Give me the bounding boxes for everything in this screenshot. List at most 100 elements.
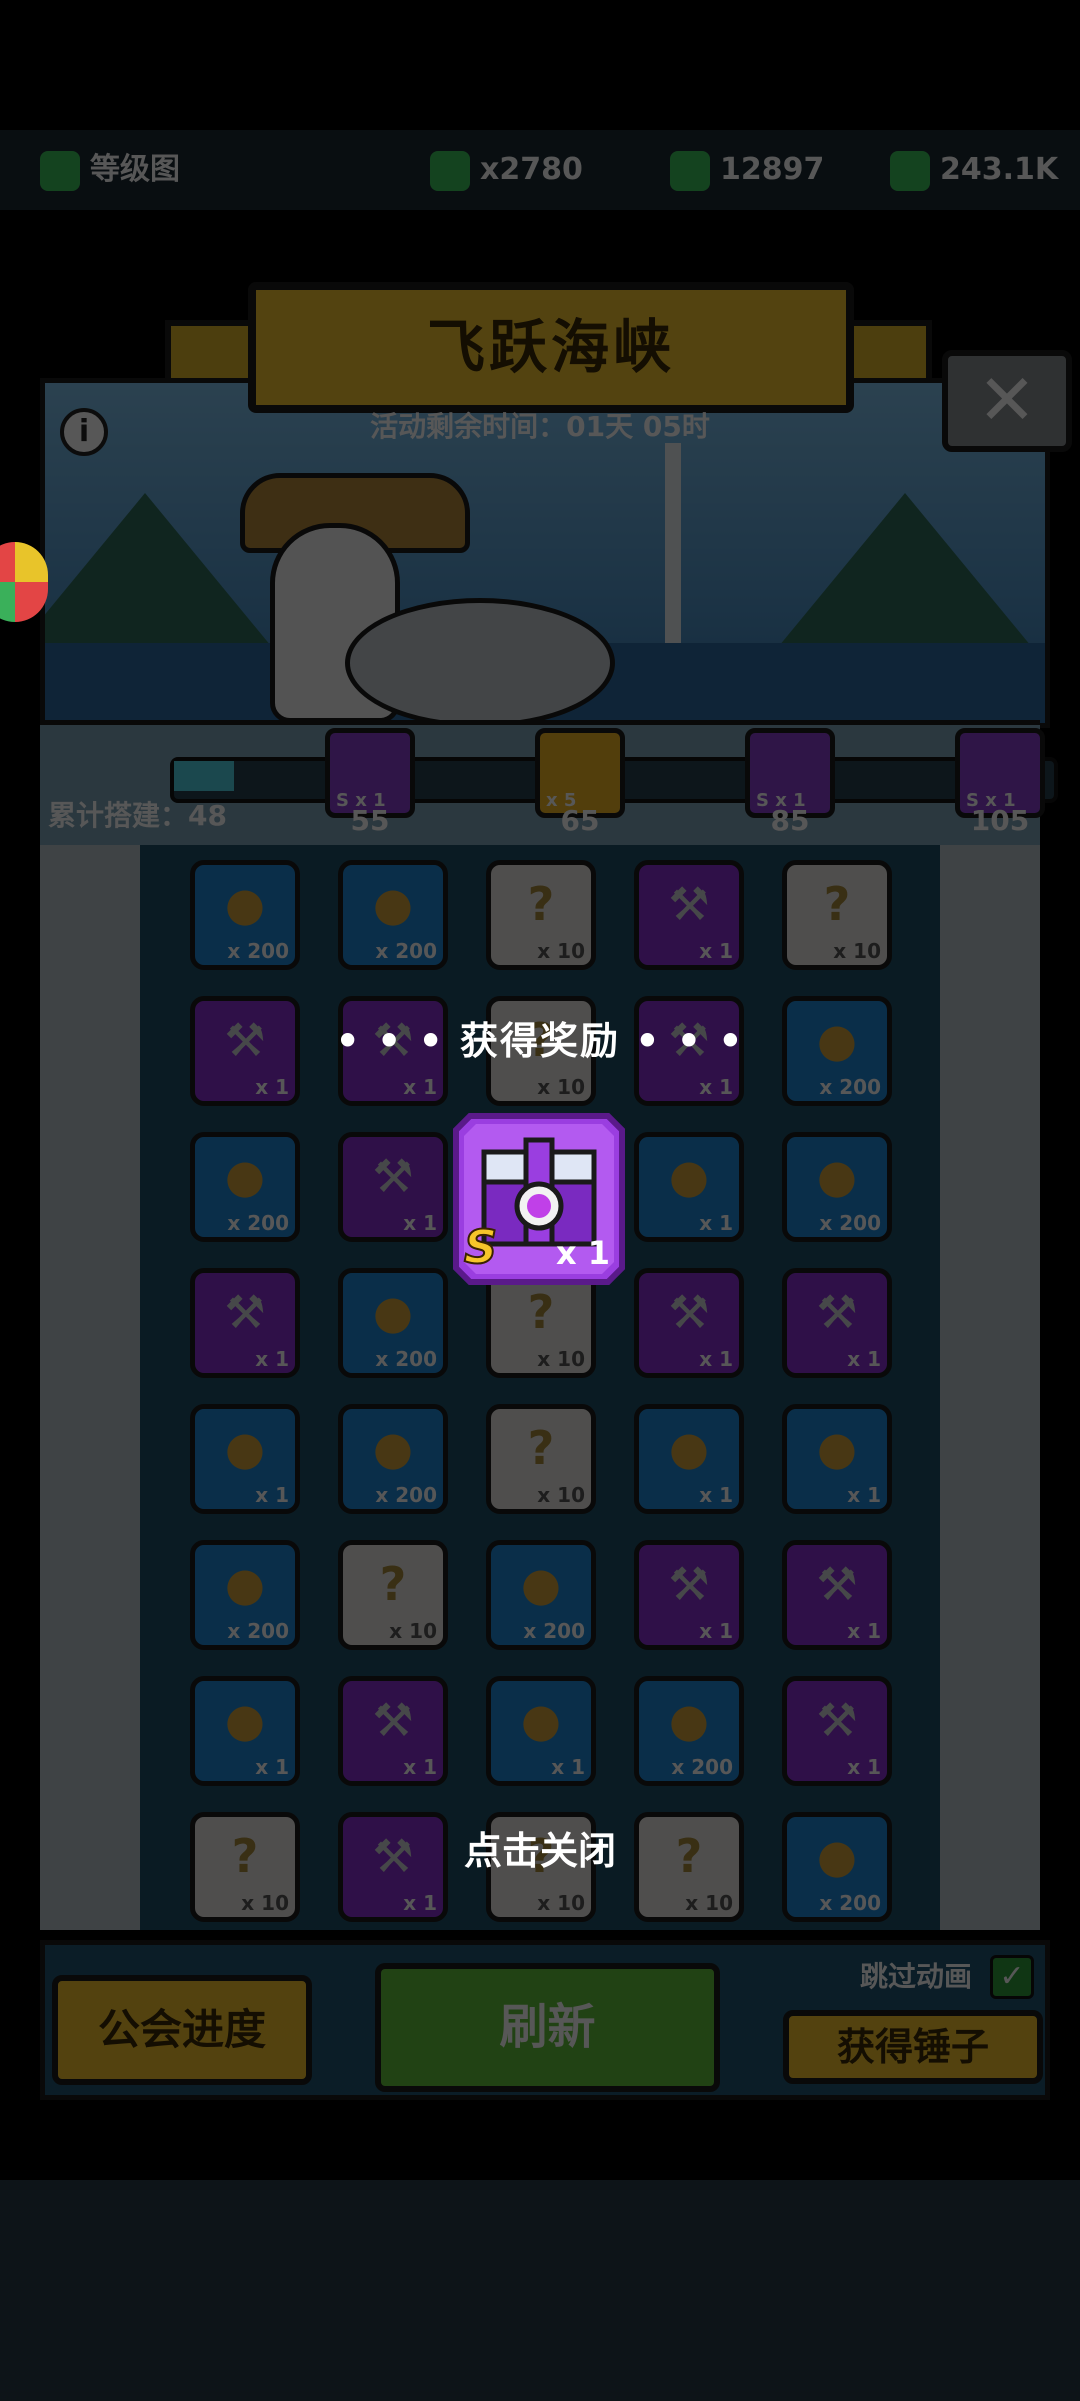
tap-to-close-hint[interactable]: 点击关闭 [0,1820,1080,1875]
cell-quantity: x 200 [375,1483,437,1507]
grid-cell[interactable]: ● x 200 [190,1540,300,1650]
cell-quantity: x 200 [819,1211,881,1235]
grid-cell[interactable]: ? x 10 [338,1540,448,1650]
cell-quantity: x 1 [847,1619,881,1643]
hammer-icon: ⚒ [372,1693,414,1747]
cell-quantity: x 1 [699,1211,733,1235]
oil-drop-icon: ● [668,1421,710,1475]
cell-quantity: x 1 [699,1619,733,1643]
blueprint-icon: ? [527,877,555,931]
oil-drop-icon: ● [816,1149,858,1203]
cell-quantity: x 200 [375,939,437,963]
grid-cell[interactable]: ⚒ x 1 [782,1540,892,1650]
grid-cell[interactable]: ? x 10 [486,860,596,970]
cell-quantity: x 1 [403,1211,437,1235]
cell-quantity: x 1 [699,1483,733,1507]
grid-cell[interactable]: ● x 200 [190,1132,300,1242]
cell-quantity: x 200 [227,1211,289,1235]
cell-quantity: x 1 [699,939,733,963]
cell-quantity: x 1 [551,1755,585,1779]
grid-cell[interactable]: ⚒ x 1 [190,1268,300,1378]
reward-title: • • • 获得奖励 • • • [335,1019,745,1063]
currency-2: 12897 [670,145,824,195]
cell-quantity: x 200 [819,1891,881,1915]
oil-drop-icon: ● [668,1693,710,1747]
grid-cell[interactable]: ● x 1 [190,1404,300,1514]
total-built-label: 累计搭建：48 [48,799,227,832]
cell-quantity: x 10 [833,939,881,963]
info-icon[interactable]: i [60,408,108,456]
cell-quantity: x 200 [523,1619,585,1643]
grid-cell[interactable]: ⚒ x 1 [634,1268,744,1378]
guild-progress-button[interactable]: 公会进度 [52,1975,312,2085]
cell-quantity: x 1 [255,1483,289,1507]
grid-cell[interactable]: ● x 1 [634,1404,744,1514]
hammer-icon: ⚒ [668,877,710,931]
cell-quantity: x 10 [389,1619,437,1643]
oil-drop-icon: ● [520,1693,562,1747]
oil-drop-icon: ● [224,877,266,931]
oil-drop-icon: ● [816,1421,858,1475]
reward-grade: S [463,1219,498,1275]
currency-1: x2780 [430,145,583,195]
grid-cell[interactable]: ● x 200 [486,1540,596,1650]
fish-illustration [345,598,615,723]
grid-cell[interactable]: ? x 10 [782,860,892,970]
blueprint-icon: ? [823,877,851,931]
grid-cell[interactable]: ⚒ x 1 [634,860,744,970]
cell-quantity: x 1 [255,1075,289,1099]
grid-cell[interactable]: ● x 1 [634,1132,744,1242]
currency-3: 243.1K [890,145,1058,195]
grid-cell[interactable]: ● x 200 [338,1404,448,1514]
cell-quantity: x 1 [847,1347,881,1371]
cell-quantity: x 1 [403,1075,437,1099]
hammer-icon: ⚒ [224,1285,266,1339]
cell-quantity: x 10 [537,939,585,963]
grid-cell[interactable]: ? x 10 [486,1404,596,1514]
oil-drop-icon: ● [520,1557,562,1611]
get-hammer-button[interactable]: 获得锤子 [783,2010,1043,2084]
grid-cell[interactable]: ● x 1 [486,1676,596,1786]
right-curtain [940,845,1040,1930]
left-curtain [40,845,140,1930]
grid-cell[interactable]: ⚒ x 1 [338,1676,448,1786]
grid-cell[interactable]: ● x 200 [338,1268,448,1378]
gem-icon [430,150,470,191]
grid-cell[interactable]: ⚒ x 1 [782,1268,892,1378]
event-title: 飞跃海峡 [248,282,854,413]
grid-cell[interactable]: ⚒ x 1 [634,1540,744,1650]
grid-cell[interactable]: ⚒ x 1 [338,1132,448,1242]
cell-quantity: x 200 [227,1619,289,1643]
grid-cell[interactable]: ⚒ x 1 [782,1676,892,1786]
hammer-icon: ⚒ [816,1693,858,1747]
grid-cell[interactable]: ● x 1 [782,1404,892,1514]
oil-drop-icon: ● [668,1149,710,1203]
refresh-button[interactable]: 刷新 [375,1963,720,2092]
cell-quantity: x 200 [375,1347,437,1371]
grid-cell[interactable]: ● x 200 [338,860,448,970]
bottom-nav-bar [0,2180,1080,2401]
progress-fill [174,761,234,791]
close-button[interactable]: ✕ [942,350,1072,452]
event-timer: 活动剩余时间：01天 05时 [370,410,710,443]
grid-cell[interactable]: ● x 200 [782,1132,892,1242]
skip-animation-label: 跳过动画 [860,1960,973,1993]
cell-quantity: x 10 [685,1891,733,1915]
cell-quantity: x 1 [403,1755,437,1779]
blueprint-icon: ? [379,1557,407,1611]
cell-quantity: x 10 [537,1075,585,1099]
blueprint-icon: ? [527,1285,555,1339]
reward-item[interactable]: S x 1 [450,1110,628,1288]
cell-quantity: x 1 [255,1755,289,1779]
skip-animation-checkbox[interactable]: ✓ [990,1955,1034,1999]
grid-cell[interactable]: ● x 200 [190,860,300,970]
grid-cell[interactable]: ● x 1 [190,1676,300,1786]
oil-drop-icon: ● [372,1285,414,1339]
hammer-icon: ⚒ [668,1285,710,1339]
oil-drop-icon: ● [224,1693,266,1747]
grid-cell[interactable]: ● x 200 [634,1676,744,1786]
hammer-icon: ⚒ [816,1557,858,1611]
cell-quantity: x 1 [699,1347,733,1371]
cell-quantity: x 10 [241,1891,289,1915]
oil-drop-icon: ● [224,1149,266,1203]
